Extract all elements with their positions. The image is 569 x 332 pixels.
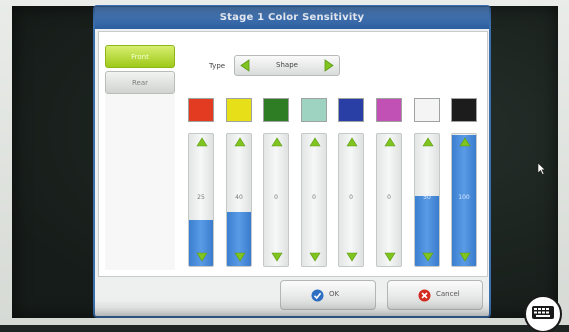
chevron-right-icon[interactable] <box>322 59 335 72</box>
cancel-button[interactable]: Cancel <box>387 280 483 310</box>
chevron-up-icon[interactable] <box>346 137 358 147</box>
chevron-left-icon[interactable] <box>239 59 252 72</box>
sensitivity-slider-green[interactable]: 0 <box>263 133 289 267</box>
keyboard-icon[interactable] <box>520 292 566 332</box>
type-label: Type <box>209 62 226 70</box>
cancel-label: Cancel <box>436 290 460 298</box>
color-swatch-red[interactable] <box>188 98 214 122</box>
color-swatch-blue[interactable] <box>338 98 364 122</box>
chevron-down-icon[interactable] <box>459 252 471 262</box>
chevron-up-icon[interactable] <box>459 137 471 147</box>
chevron-up-icon[interactable] <box>271 137 283 147</box>
chevron-up-icon[interactable] <box>196 137 208 147</box>
dialog-content: Front Rear Type Shape 25 40 0 0 0 0 50 100 <box>98 31 488 277</box>
slider-value: 25 <box>197 194 205 201</box>
chevron-down-icon[interactable] <box>346 252 358 262</box>
type-selector[interactable]: Shape <box>234 55 340 76</box>
ok-icon <box>311 289 324 302</box>
slider-value: 50 <box>423 194 431 201</box>
slider-value: 0 <box>312 194 316 201</box>
type-value: Shape <box>276 61 298 69</box>
chevron-up-icon[interactable] <box>234 137 246 147</box>
mouse-cursor-icon <box>537 162 546 175</box>
chevron-up-icon[interactable] <box>384 137 396 147</box>
tab-front[interactable]: Front <box>105 45 175 68</box>
color-swatch-black[interactable] <box>451 98 477 122</box>
slider-value: 100 <box>458 194 470 201</box>
color-swatch-yellow[interactable] <box>226 98 252 122</box>
sensitivity-slider-red[interactable]: 25 <box>188 133 214 267</box>
side-panel <box>105 94 175 270</box>
sensitivity-slider-light-teal[interactable]: 0 <box>301 133 327 267</box>
chevron-down-icon[interactable] <box>384 252 396 262</box>
sensitivity-slider-white[interactable]: 50 <box>414 133 440 267</box>
tab-rear[interactable]: Rear <box>105 71 175 94</box>
color-sensitivity-dialog: Stage 1 Color Sensitivity Front Rear Typ… <box>93 5 491 318</box>
chevron-up-icon[interactable] <box>422 137 434 147</box>
sensitivity-slider-purple[interactable]: 0 <box>376 133 402 267</box>
ok-button[interactable]: OK <box>280 280 376 310</box>
sensitivity-slider-blue[interactable]: 0 <box>338 133 364 267</box>
color-swatch-white[interactable] <box>414 98 440 122</box>
chevron-down-icon[interactable] <box>309 252 321 262</box>
color-swatch-light-teal[interactable] <box>301 98 327 122</box>
slider-value: 0 <box>274 194 278 201</box>
color-swatch-purple[interactable] <box>376 98 402 122</box>
dialog-title: Stage 1 Color Sensitivity <box>95 7 489 29</box>
ok-label: OK <box>329 290 340 298</box>
chevron-down-icon[interactable] <box>196 252 208 262</box>
slider-value: 0 <box>349 194 353 201</box>
chevron-up-icon[interactable] <box>309 137 321 147</box>
chevron-down-icon[interactable] <box>271 252 283 262</box>
sensitivity-slider-yellow[interactable]: 40 <box>226 133 252 267</box>
chevron-down-icon[interactable] <box>422 252 434 262</box>
cancel-icon <box>418 289 431 302</box>
chevron-down-icon[interactable] <box>234 252 246 262</box>
color-swatch-green[interactable] <box>263 98 289 122</box>
sensitivity-slider-black[interactable]: 100 <box>451 133 477 267</box>
slider-value: 0 <box>387 194 391 201</box>
slider-value: 40 <box>235 194 243 201</box>
